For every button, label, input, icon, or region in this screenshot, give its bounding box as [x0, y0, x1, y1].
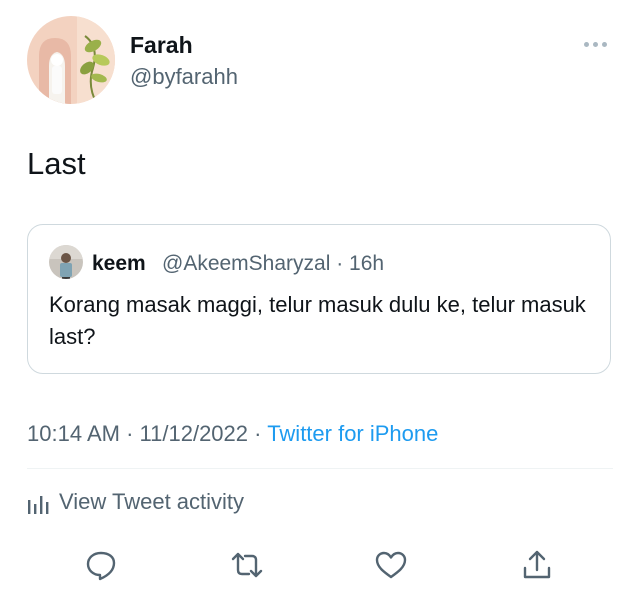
like-icon[interactable] — [374, 548, 408, 582]
tweet-source-link[interactable]: Twitter for iPhone — [267, 421, 438, 446]
author-name[interactable]: Farah — [130, 32, 193, 58]
quoted-author-meta: @AkeemSharyzal · 16h — [162, 252, 385, 275]
author-avatar[interactable] — [27, 16, 115, 104]
tweet-text: Last — [27, 146, 86, 181]
quoted-author-avatar — [49, 245, 83, 279]
quoted-author-name: keem — [92, 252, 146, 275]
quoted-tweet-card[interactable]: keem @AkeemSharyzal · 16h Korang masak m… — [27, 224, 611, 374]
view-tweet-activity-label: View Tweet activity — [59, 489, 245, 514]
reply-icon[interactable] — [84, 548, 118, 582]
author-handle[interactable]: @byfarahh — [130, 64, 238, 90]
divider — [27, 468, 613, 469]
more-options-icon[interactable] — [584, 38, 612, 50]
quoted-tweet-text: Korang masak maggi, telur masuk dulu ke,… — [49, 292, 586, 349]
tweet-date[interactable]: 11/12/2022 — [140, 421, 248, 446]
bar-chart-icon — [28, 496, 49, 514]
tweet-metadata: 10:14 AM · 11/12/2022 · Twitter for iPho… — [27, 420, 438, 448]
retweet-icon[interactable] — [230, 548, 264, 582]
tweet-time[interactable]: 10:14 AM — [27, 421, 120, 446]
meta-separator: · — [126, 421, 134, 446]
share-icon[interactable] — [520, 548, 554, 582]
meta-separator: · — [254, 421, 262, 446]
view-tweet-activity-button[interactable]: View Tweet activity — [27, 488, 244, 516]
